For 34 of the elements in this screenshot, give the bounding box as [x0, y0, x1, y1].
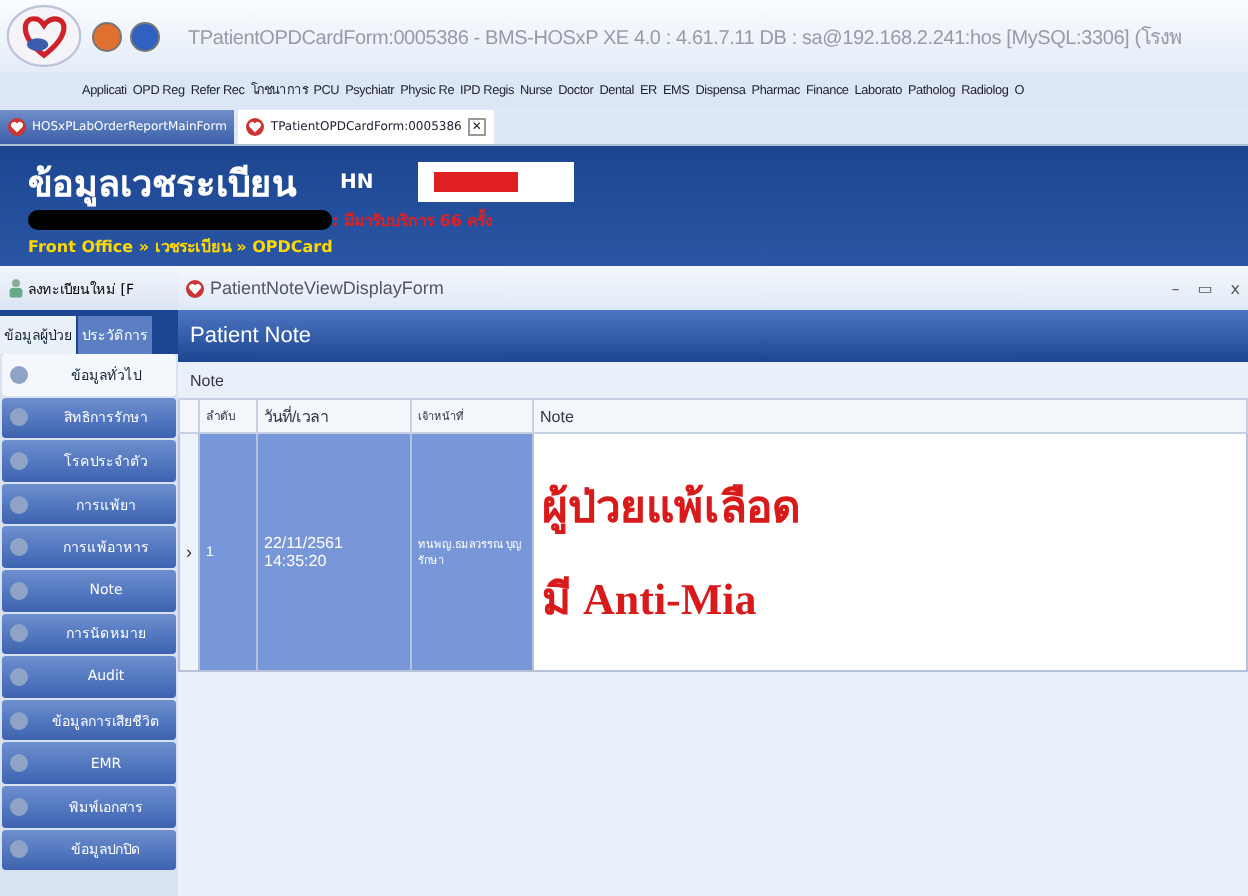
page-title: ข้อมูลเวชระเบียน [28, 161, 296, 211]
table-cell: 22/11/2561 14:35:20 [257, 433, 411, 671]
section-label: Note [190, 371, 224, 389]
row-indicator: › [179, 433, 199, 671]
minimize-icon[interactable]: – [1171, 279, 1180, 297]
app-logo-icon [4, 4, 84, 68]
person-add-icon [8, 278, 24, 298]
item-icon [10, 711, 28, 730]
close-icon[interactable]: x [1230, 279, 1240, 297]
window-title: TPatientOPDCardForm:0005386 - BMS-HOSxP XE 4.0 : 4.61.7.11 DB : sa@192.168.2.241:hos [MySQL:3306] (โรงพ [188, 24, 1184, 51]
item-icon [10, 797, 28, 816]
column-header[interactable]: Note [533, 399, 1247, 433]
item-icon [10, 840, 28, 859]
item-icon [10, 667, 28, 686]
item-icon [10, 538, 28, 557]
column-header[interactable]: วันที่/เวลา [257, 399, 411, 433]
item-icon [10, 581, 28, 600]
visit-count-text: : มีมารับบริการ 66 ครั้ง [332, 207, 494, 233]
item-icon [10, 495, 28, 514]
heart-icon [186, 279, 204, 297]
maximize-icon[interactable]: ▭ [1197, 279, 1213, 297]
item-icon [10, 624, 28, 643]
heart-icon [8, 117, 26, 135]
item-icon [10, 365, 28, 384]
breadcrumb: Front Office » เวชระเบียน » OPDCard [28, 236, 335, 260]
panel-heading: Patient Note [190, 324, 312, 348]
item-icon [10, 451, 28, 470]
form-title: PatientNoteViewDisplayForm [210, 278, 446, 298]
item-icon [10, 754, 28, 773]
hn-label: HN [340, 171, 374, 193]
heart-icon [246, 117, 265, 135]
item-icon [10, 408, 28, 427]
note-cell: ผู้ป่วยแพ้เลือด มี Anti-Mia [533, 433, 1247, 671]
redaction-bar [433, 172, 518, 192]
